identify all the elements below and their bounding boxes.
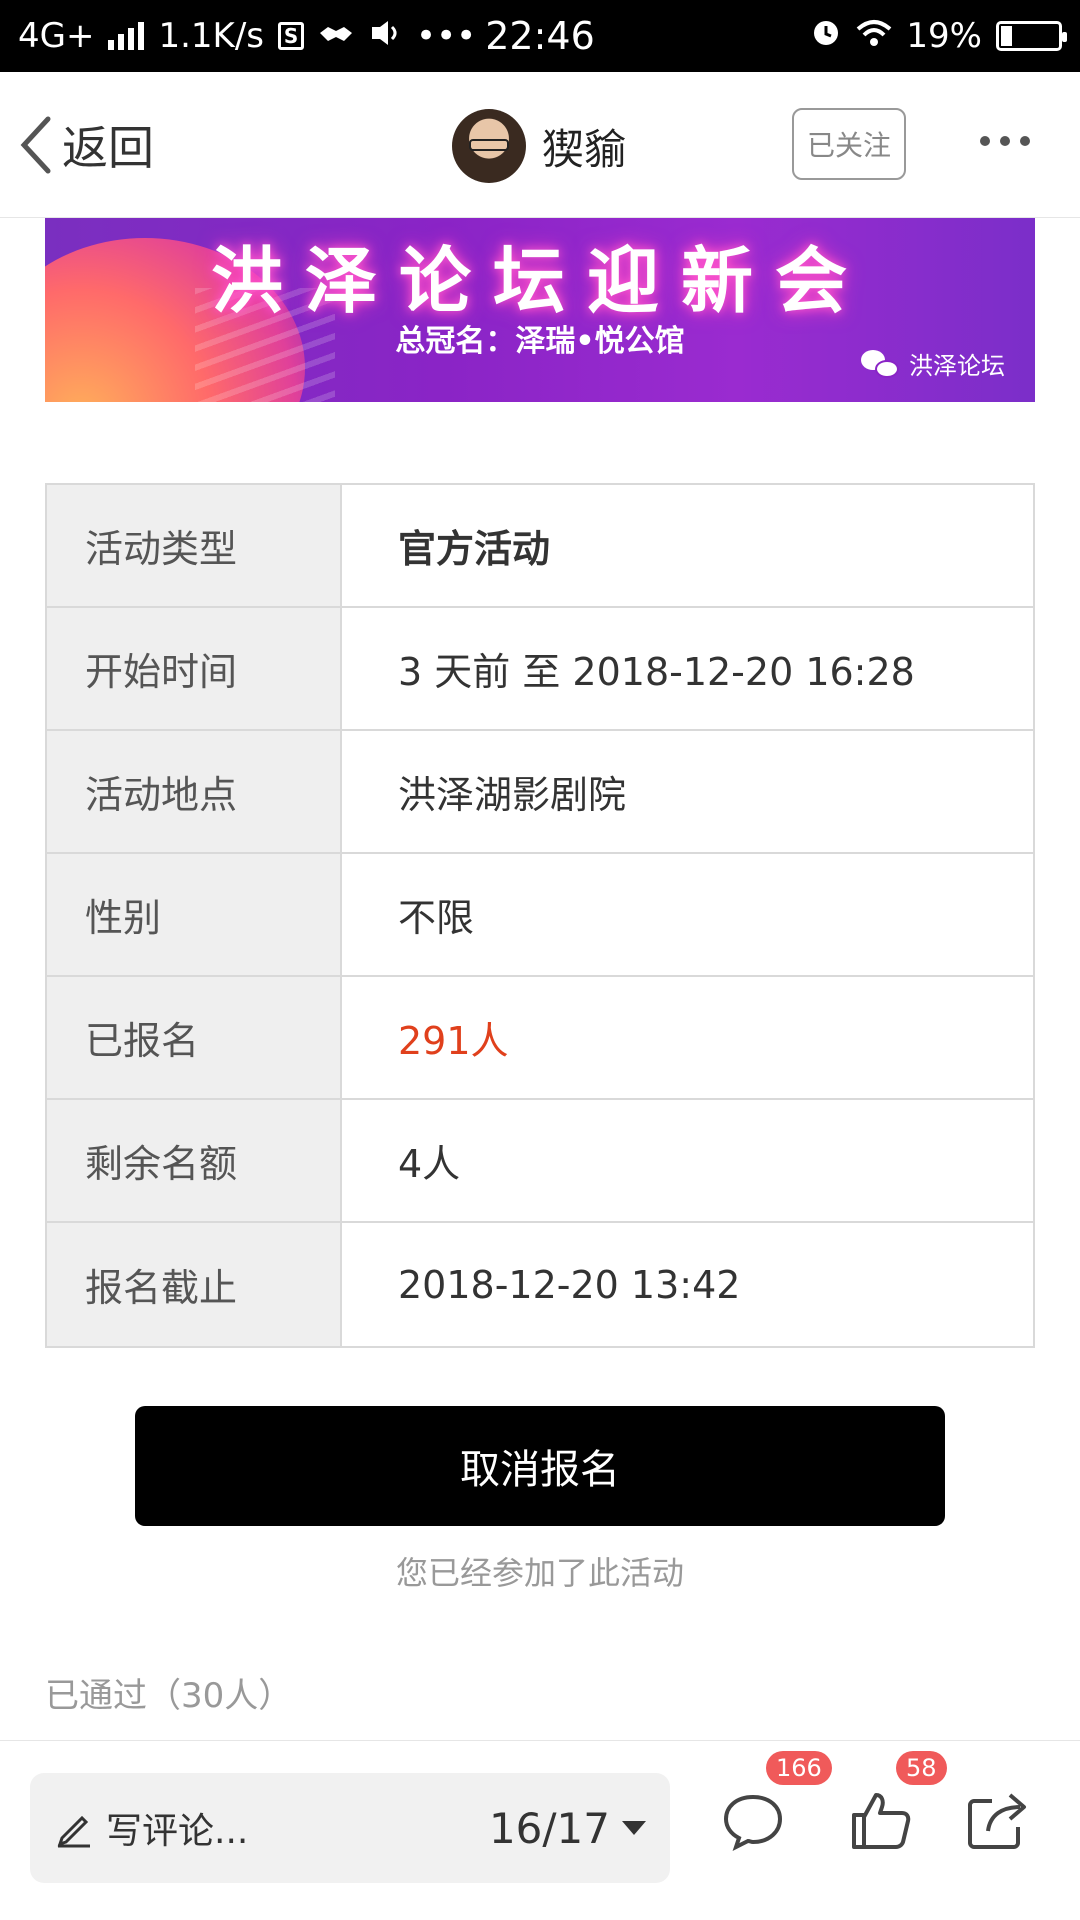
banner-logo: 洪泽论坛 bbox=[861, 346, 1005, 381]
author-name[interactable]: 猰貐 bbox=[542, 116, 626, 177]
info-row-remaining: 剩余名额 4人 bbox=[47, 1100, 1033, 1223]
caret-down-icon[interactable] bbox=[622, 1821, 646, 1835]
info-row-deadline: 报名截止 2018-12-20 13:42 bbox=[47, 1223, 1033, 1346]
joined-note: 您已经参加了此活动 bbox=[395, 1554, 684, 1592]
info-row-registered: 已报名 291人 bbox=[47, 977, 1033, 1100]
info-value: 291人 bbox=[398, 1019, 509, 1063]
wechat-icon bbox=[861, 348, 901, 380]
info-label: 活动地点 bbox=[47, 731, 342, 852]
more-dots-icon: ••• bbox=[416, 16, 477, 56]
handshake-icon bbox=[318, 16, 354, 56]
back-button[interactable]: 返回 bbox=[18, 110, 154, 180]
info-label: 活动类型 bbox=[47, 485, 342, 606]
info-label: 已报名 bbox=[47, 977, 342, 1098]
back-label: 返回 bbox=[62, 121, 154, 175]
info-row-start-time: 开始时间 3 天前 至 2018-12-20 16:28 bbox=[47, 608, 1033, 731]
comment-count-badge: 166 bbox=[766, 1751, 832, 1785]
battery-icon bbox=[996, 21, 1067, 51]
thumbs-up-icon bbox=[852, 1793, 911, 1849]
status-bar-left: 4G+ 1.1K/s S ••• bbox=[18, 16, 476, 56]
info-label: 报名截止 bbox=[47, 1223, 342, 1346]
comments-button[interactable]: 166 bbox=[718, 1751, 832, 1855]
info-row-gender: 性别 不限 bbox=[47, 854, 1033, 977]
info-value: 不限 bbox=[398, 896, 475, 940]
info-value: 4人 bbox=[398, 1142, 461, 1186]
network-speed: 1.1K/s bbox=[158, 16, 265, 56]
alarm-icon bbox=[810, 16, 842, 57]
info-label: 性别 bbox=[47, 854, 342, 975]
more-menu-icon[interactable] bbox=[980, 136, 1030, 146]
network-type: 4G+ bbox=[18, 16, 95, 56]
bottom-bar: 写评论... 16/17 166 58 bbox=[0, 1740, 1080, 1920]
status-bar-right: 19% bbox=[810, 16, 1067, 57]
info-value: 洪泽湖影剧院 bbox=[398, 773, 627, 817]
info-row-location: 活动地点 洪泽湖影剧院 bbox=[47, 731, 1033, 854]
info-label: 剩余名额 bbox=[47, 1100, 342, 1221]
status-bar: 4G+ 1.1K/s S ••• 22:46 19% bbox=[0, 0, 1080, 72]
info-label: 开始时间 bbox=[47, 608, 342, 729]
share-button[interactable] bbox=[962, 1785, 1032, 1855]
like-button[interactable]: 58 bbox=[846, 1751, 947, 1855]
nav-bar: 返回 猰貐 已关注 bbox=[0, 72, 1080, 218]
follow-button[interactable]: 已关注 bbox=[792, 108, 906, 180]
chevron-left-icon bbox=[20, 116, 51, 174]
approved-count-label: 已通过（30人） bbox=[45, 1676, 293, 1716]
info-row-type: 活动类型 官方活动 bbox=[47, 485, 1033, 608]
like-count-badge: 58 bbox=[896, 1751, 947, 1785]
wifi-icon bbox=[856, 16, 892, 56]
event-banner: 洪泽论坛迎新会 总冠名：泽瑞•悦公馆 洪泽论坛 bbox=[45, 218, 1035, 402]
signal-icon bbox=[108, 22, 145, 50]
author-info[interactable]: 猰貐 bbox=[452, 108, 626, 184]
battery-percent: 19% bbox=[906, 16, 982, 56]
event-info-table: 活动类型 官方活动 开始时间 3 天前 至 2018-12-20 16:28 活… bbox=[45, 483, 1035, 1348]
info-value: 官方活动 bbox=[398, 527, 551, 571]
pen-icon bbox=[57, 1815, 90, 1848]
vibrate-icon bbox=[368, 16, 402, 56]
info-value: 2018-12-20 13:42 bbox=[398, 1262, 741, 1307]
info-value: 3 天前 至 2018-12-20 16:28 bbox=[398, 650, 915, 694]
page-indicator[interactable]: 16/17 bbox=[489, 1804, 610, 1853]
banner-title: 洪泽论坛迎新会 bbox=[210, 239, 869, 323]
comment-input[interactable]: 写评论... 16/17 bbox=[30, 1773, 670, 1883]
share-icon bbox=[968, 1793, 1026, 1849]
comment-bubble-icon bbox=[723, 1794, 783, 1851]
comment-placeholder: 写评论... bbox=[106, 1811, 249, 1852]
banner-logo-text: 洪泽论坛 bbox=[909, 352, 1005, 380]
app-box-icon: S bbox=[278, 22, 305, 50]
avatar[interactable] bbox=[452, 109, 526, 183]
cancel-registration-button[interactable]: 取消报名 bbox=[135, 1406, 945, 1526]
